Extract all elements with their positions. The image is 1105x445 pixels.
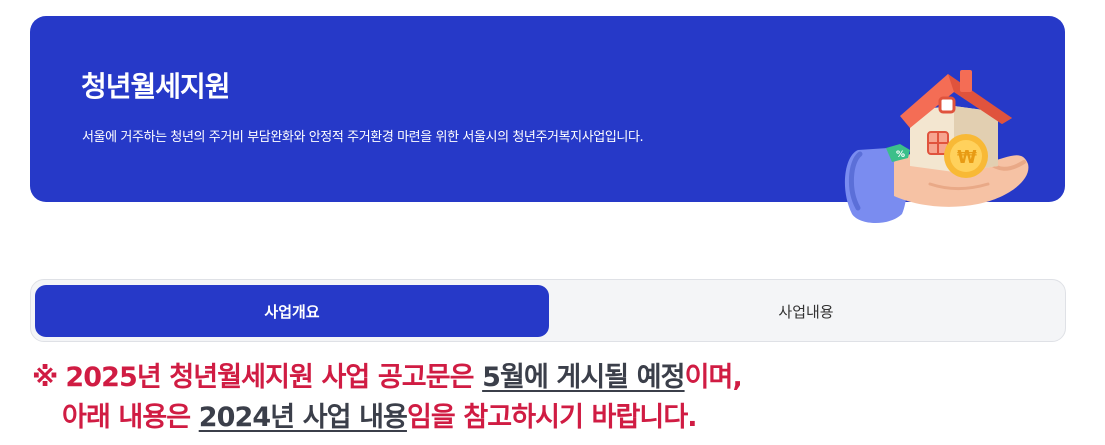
banner-description: 서울에 거주하는 청년의 주거비 부담완화와 안정적 주거환경 마련을 위한 서… — [82, 130, 644, 145]
notice-highlight-schedule: 5월에 게시될 예정 — [482, 362, 685, 393]
hand-holding-house-icon: % ₩ — [844, 70, 1029, 223]
svg-text:%: % — [896, 150, 905, 160]
notice-text: ※ 2025년 청년월세지원 사업 공고문은 5월에 게시될 예정이며, 아래 내… — [32, 358, 1092, 438]
notice-mark: ※ — [32, 362, 58, 393]
notice-line1-end: 이며, — [684, 362, 743, 393]
notice-line1-start: 2025년 청년월세지원 사업 공고문은 — [65, 362, 483, 393]
notice-line2-end: 임을 참고하시기 바랍니다. — [406, 402, 698, 433]
page-title: 청년월세지원 — [81, 70, 231, 103]
tab-bar: 사업개요 사업내용 — [30, 279, 1066, 342]
notice-line-2: 아래 내용은 2024년 사업 내용임을 참고하시기 바랍니다. — [32, 398, 1092, 438]
svg-text:₩: ₩ — [957, 147, 977, 168]
notice-line-1: ※ 2025년 청년월세지원 사업 공고문은 5월에 게시될 예정이며, — [32, 358, 1092, 398]
tab-details[interactable]: 사업내용 — [549, 285, 1063, 337]
notice-line2-start: 아래 내용은 — [62, 402, 199, 433]
notice-highlight-year: 2024년 사업 내용 — [198, 402, 408, 433]
tab-overview[interactable]: 사업개요 — [35, 285, 549, 337]
